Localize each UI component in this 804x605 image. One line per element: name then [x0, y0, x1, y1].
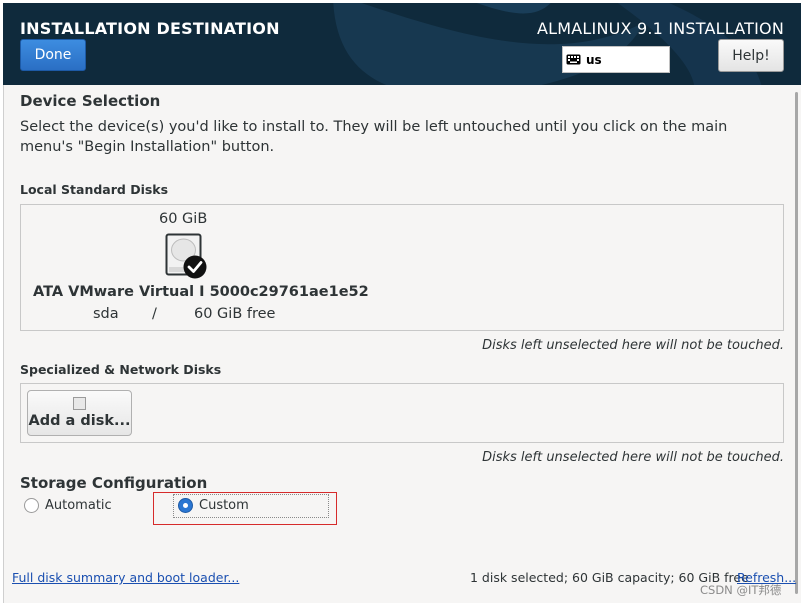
add-disk-label: Add a disk...	[28, 413, 131, 429]
device-selection-title: Device Selection	[20, 92, 161, 110]
specialized-disks-panel	[20, 383, 784, 443]
automatic-label: Automatic	[45, 498, 112, 513]
local-disks-title: Local Standard Disks	[20, 182, 169, 197]
disk-separator: /	[152, 306, 157, 322]
disk-name: ATA VMware Virtual I 5000c29761ae1e52	[33, 284, 369, 300]
keyboard-icon	[566, 54, 581, 65]
hard-disk-selected-icon	[165, 233, 207, 279]
watermark: CSDN @IT邦德	[700, 583, 782, 597]
local-disks-note: Disks left unselected here will not be t…	[482, 338, 784, 353]
header-bar: INSTALLATION DESTINATION ALMALINUX 9.1 I…	[3, 3, 801, 85]
disk-add-icon	[73, 397, 86, 410]
local-disks-panel	[20, 204, 784, 331]
specialized-disks-title: Specialized & Network Disks	[20, 362, 222, 377]
vertical-scrollbar[interactable]	[795, 92, 798, 594]
disk-summary-link[interactable]: Full disk summary and boot loader...	[12, 570, 239, 585]
disk-free-space: 60 GiB free	[194, 306, 276, 322]
page-title: INSTALLATION DESTINATION	[20, 19, 280, 38]
automatic-radio[interactable]: Automatic	[24, 498, 112, 513]
highlight-annotation-box	[153, 492, 337, 525]
disk-device: sda	[93, 306, 119, 322]
storage-configuration-title: Storage Configuration	[20, 474, 208, 492]
disk-size: 60 GiB	[159, 211, 208, 227]
keyboard-layout-label: us	[586, 52, 602, 67]
brand-swirl-graphic	[333, 3, 762, 85]
product-name: ALMALINUX 9.1 INSTALLATION	[537, 19, 784, 38]
add-disk-button[interactable]: Add a disk...	[27, 390, 132, 436]
help-button[interactable]: Help!	[718, 39, 784, 72]
done-button[interactable]: Done	[20, 39, 86, 71]
specialized-disks-note: Disks left unselected here will not be t…	[482, 450, 784, 465]
keyboard-layout-indicator[interactable]: us	[562, 46, 670, 73]
device-selection-intro: Select the device(s) you'd like to insta…	[20, 119, 728, 155]
radio-indicator	[24, 498, 39, 513]
